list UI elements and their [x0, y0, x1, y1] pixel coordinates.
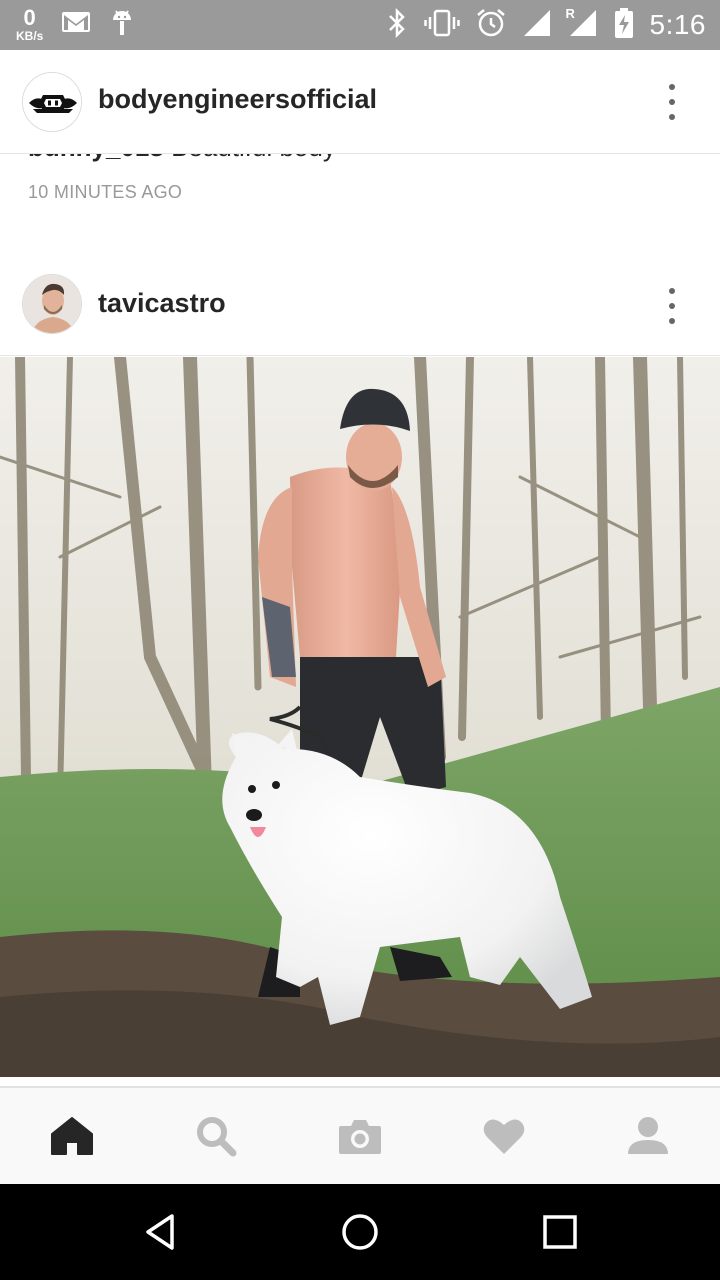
network-speed-value: 0: [23, 5, 36, 30]
search-icon: [197, 1117, 237, 1157]
recents-icon: [543, 1215, 577, 1249]
signal-icon: [522, 8, 552, 43]
battery-charging-icon: [614, 7, 634, 44]
account-username[interactable]: bodyengineersofficial: [98, 84, 377, 115]
tab-camera[interactable]: [288, 1088, 432, 1184]
system-nav-bar: [0, 1184, 720, 1280]
status-right: R 5:16: [386, 0, 707, 50]
post-timestamp: 10 MINUTES AGO: [28, 182, 183, 202]
profile-icon: [628, 1117, 668, 1154]
more-options-icon[interactable]: [666, 84, 678, 120]
status-left: 0 KB/s: [16, 6, 135, 43]
android-icon: [109, 6, 135, 43]
comment: bunny_013 Beautiful body: [28, 154, 336, 163]
network-speed-unit: KB/s: [16, 29, 44, 43]
heart-icon: [483, 1119, 525, 1154]
bottom-tab-bar: [0, 1086, 720, 1184]
nav-home-button[interactable]: [310, 1184, 410, 1280]
nav-back-button[interactable]: [110, 1184, 210, 1280]
roaming-label: R: [565, 5, 575, 21]
post-header-sticky: bodyengineersofficial: [0, 50, 720, 154]
comment-text: Beautiful body: [171, 154, 336, 162]
comment-username[interactable]: bunny_013: [28, 154, 164, 162]
back-icon: [146, 1214, 174, 1250]
nav-recents-button[interactable]: [510, 1184, 610, 1280]
tab-activity[interactable]: [432, 1088, 576, 1184]
bluetooth-icon: [386, 7, 408, 43]
roaming-signal-icon: R: [565, 5, 598, 43]
vibrate-icon: [423, 8, 460, 43]
gmail-icon: [61, 10, 91, 39]
post-photo-illustration: [0, 357, 720, 1077]
avatar-tavicastro[interactable]: [22, 274, 82, 334]
post-header: tavicastro: [0, 254, 720, 356]
post-username[interactable]: tavicastro: [98, 288, 226, 319]
status-bar: 0 KB/s R 5:16: [0, 0, 720, 50]
network-speed: 0 KB/s: [16, 5, 44, 43]
camera-icon: [339, 1120, 381, 1154]
alarm-icon: [476, 8, 506, 43]
brand-logo-icon: [23, 73, 81, 131]
avatar-bodyengineers[interactable]: [22, 72, 82, 132]
home-icon: [51, 1117, 93, 1155]
post-image[interactable]: [0, 357, 720, 1077]
tab-search[interactable]: [144, 1088, 288, 1184]
tab-home[interactable]: [0, 1088, 144, 1184]
home-circle-icon: [342, 1214, 378, 1250]
tab-profile[interactable]: [576, 1088, 720, 1184]
feed: bunny_013 Beautiful body 10 MINUTES AGO …: [0, 154, 720, 1084]
clock: 5:16: [649, 9, 706, 40]
post-more-options-icon[interactable]: [666, 288, 678, 324]
profile-photo: [23, 275, 81, 333]
